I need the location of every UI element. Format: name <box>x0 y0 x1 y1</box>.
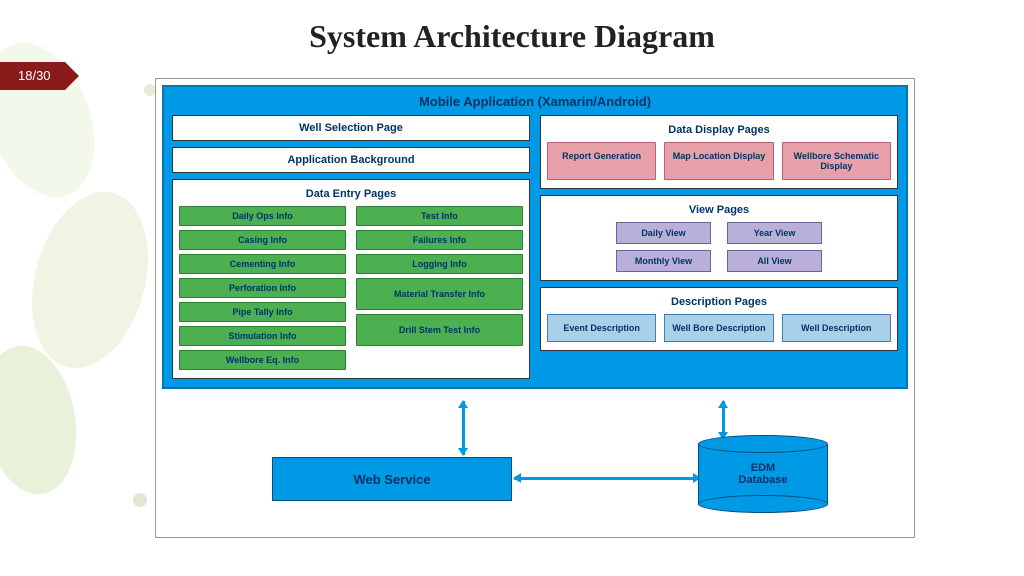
application-background-box: Application Background <box>172 147 530 173</box>
data-display-panel: Data Display Pages Report Generation Map… <box>540 115 898 189</box>
data-entry-item: Wellbore Eq. Info <box>179 350 346 370</box>
view-pages-panel: View Pages Daily View Year View Monthly … <box>540 195 898 281</box>
view-pages-item: Year View <box>727 222 822 244</box>
data-entry-item: Failures Info <box>356 230 523 250</box>
data-display-item: Report Generation <box>547 142 656 180</box>
data-display-item: Map Location Display <box>664 142 773 180</box>
view-pages-item: All View <box>727 250 822 272</box>
data-entry-title: Data Entry Pages <box>179 184 523 206</box>
view-pages-item: Daily View <box>616 222 711 244</box>
diagram-frame: Mobile Application (Xamarin/Android) Wel… <box>155 78 915 538</box>
edm-database-cylinder: EDM Database <box>698 435 828 513</box>
view-pages-item: Monthly View <box>616 250 711 272</box>
data-entry-item: Daily Ops Info <box>179 206 346 226</box>
description-pages-item: Well Bore Description <box>664 314 773 342</box>
description-pages-item: Well Description <box>782 314 891 342</box>
mobile-app-title: Mobile Application (Xamarin/Android) <box>172 91 898 115</box>
data-entry-item: Perforation Info <box>179 278 346 298</box>
edm-db-label-1: EDM <box>751 462 775 474</box>
page-number-badge: 18/30 <box>0 62 65 90</box>
data-display-title: Data Display Pages <box>547 120 891 142</box>
data-entry-panel: Data Entry Pages Daily Ops Info Casing I… <box>172 179 530 379</box>
description-pages-title: Description Pages <box>547 292 891 314</box>
data-entry-item: Logging Info <box>356 254 523 274</box>
description-pages-item: Event Description <box>547 314 656 342</box>
arrow-mobile-to-webservice <box>462 401 465 455</box>
web-service-box: Web Service <box>272 457 512 501</box>
data-display-item: Wellbore Schematic Display <box>782 142 891 180</box>
bottom-connectors: Web Service EDM Database <box>162 395 908 525</box>
view-pages-title: View Pages <box>547 200 891 222</box>
data-entry-item: Casing Info <box>179 230 346 250</box>
data-entry-item: Pipe Tally Info <box>179 302 346 322</box>
data-entry-item: Test Info <box>356 206 523 226</box>
description-pages-panel: Description Pages Event Description Well… <box>540 287 898 351</box>
arrow-mobile-to-edm <box>722 401 725 439</box>
data-entry-item: Material Transfer Info <box>356 278 523 310</box>
mobile-app-container: Mobile Application (Xamarin/Android) Wel… <box>162 85 908 389</box>
slide-title: System Architecture Diagram <box>0 0 1024 65</box>
well-selection-page-box: Well Selection Page <box>172 115 530 141</box>
data-entry-item: Cementing Info <box>179 254 346 274</box>
data-entry-item: Stimulation Info <box>179 326 346 346</box>
edm-db-label-2: Database <box>739 474 788 486</box>
data-entry-item: Drill Stem Test Info <box>356 314 523 346</box>
arrow-webservice-to-edm <box>514 477 700 480</box>
